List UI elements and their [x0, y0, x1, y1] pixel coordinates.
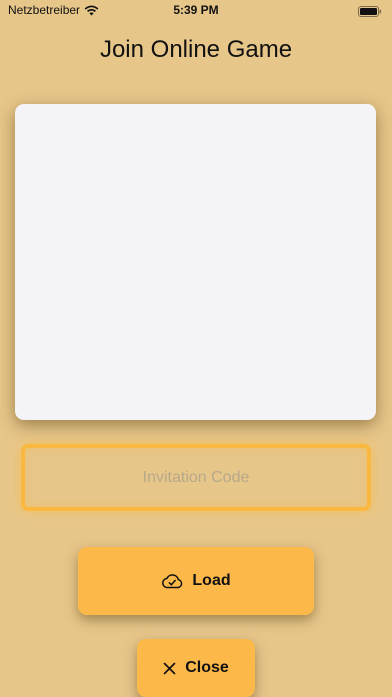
- status-time: 5:39 PM: [173, 3, 219, 17]
- cloud-check-icon: [161, 573, 183, 589]
- load-button[interactable]: Load: [78, 547, 314, 615]
- qr-scanner-view[interactable]: [15, 104, 376, 420]
- page-title: Join Online Game: [99, 36, 293, 63]
- close-button[interactable]: Close: [137, 639, 255, 697]
- load-button-label: Load: [192, 572, 231, 589]
- close-button-label: Close: [185, 659, 229, 676]
- close-icon: [163, 662, 176, 675]
- battery-icon: [358, 4, 382, 17]
- invitation-code-input[interactable]: [21, 444, 371, 511]
- status-bar: Netzbetreiber 5:39 PM: [0, 0, 392, 22]
